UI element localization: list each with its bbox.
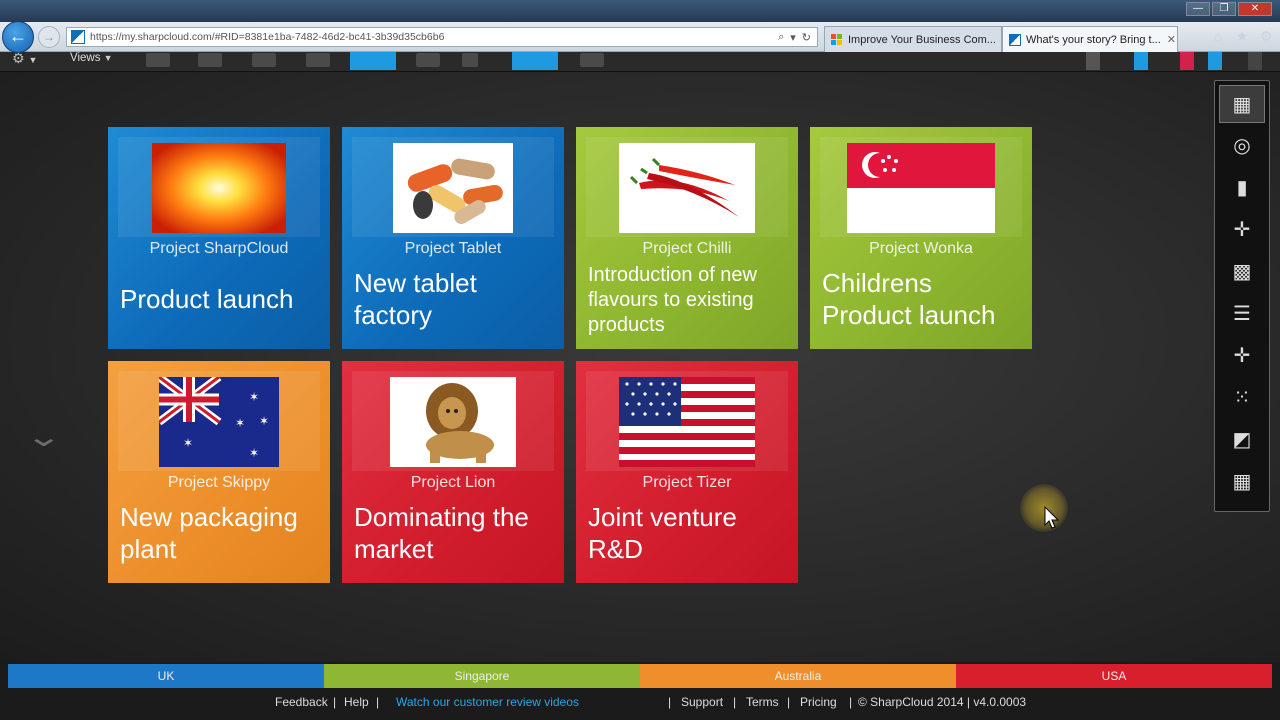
sharpcloud-favicon-icon bbox=[1009, 33, 1021, 46]
story-tile-lion[interactable]: Project Lion Dominating the market bbox=[342, 361, 564, 583]
search-icon[interactable]: ⌕ bbox=[778, 31, 784, 44]
refresh-icon[interactable]: ↻ bbox=[802, 31, 811, 44]
bar-chart-view-icon[interactable]: ▮ bbox=[1219, 169, 1265, 207]
story-tile-wonka[interactable]: Project Wonka Childrens Product launch bbox=[810, 127, 1032, 349]
region-singapore[interactable]: Singapore bbox=[324, 664, 640, 688]
network-icon[interactable] bbox=[306, 53, 330, 67]
quadrant-view-icon[interactable]: ✛ bbox=[1219, 337, 1265, 375]
user-icon[interactable] bbox=[1086, 52, 1100, 70]
tiles-mode-button[interactable] bbox=[350, 52, 396, 70]
export-icon[interactable] bbox=[580, 53, 604, 67]
tile-project-name: Project Chilli bbox=[642, 240, 732, 257]
favorites-star-icon[interactable]: ★ bbox=[1234, 28, 1250, 44]
app-toolbar: ⚙ ▼ Views ▼ bbox=[0, 51, 1280, 72]
window-controls: — ❐ ✕ bbox=[1186, 2, 1272, 16]
tiles-view-icon[interactable]: ▦ bbox=[1219, 463, 1265, 501]
pinterest-icon[interactable] bbox=[1208, 52, 1222, 70]
share-icon[interactable] bbox=[1134, 52, 1148, 70]
region-usa[interactable]: USA bbox=[956, 664, 1272, 688]
storyboard-icon[interactable] bbox=[146, 53, 170, 67]
filter-icon[interactable] bbox=[462, 53, 478, 67]
story-tile-sharpcloud[interactable]: Project SharpCloud Product launch bbox=[108, 127, 330, 349]
pricing-link[interactable]: Pricing bbox=[800, 692, 837, 712]
tile-project-name: Project Skippy bbox=[167, 474, 271, 491]
settings-gear-icon[interactable]: ⚙ ▼ bbox=[12, 51, 37, 70]
address-bar[interactable]: https://my.sharpcloud.com/#RID=8381e1ba-… bbox=[66, 27, 818, 47]
story-tile-tablet[interactable]: Project Tablet New tablet factory bbox=[342, 127, 564, 349]
close-window-button[interactable]: ✕ bbox=[1238, 2, 1272, 16]
tile-title: New tablet factory bbox=[354, 268, 477, 330]
svg-text:✶: ✶ bbox=[259, 414, 269, 428]
hierarchy-icon[interactable] bbox=[198, 53, 222, 67]
back-button[interactable]: ← bbox=[2, 21, 34, 53]
story-tile-skippy[interactable]: ✶ ✶ ✶ ✶ ✶ Project Skippy New packaging plant bbox=[108, 361, 330, 583]
story-tile-tizer[interactable]: Project Tizer Joint venture R&D bbox=[576, 361, 798, 583]
region-filter-bar: UK Singapore Australia USA bbox=[8, 664, 1272, 688]
sunburst-image bbox=[152, 143, 286, 233]
tile-title: Childrens Product launch bbox=[822, 268, 996, 330]
customer-videos-link[interactable]: Watch our customer review videos bbox=[396, 692, 579, 712]
maximize-button[interactable]: ❐ bbox=[1212, 2, 1236, 16]
settings-gear-icon[interactable]: ⚙ bbox=[1258, 28, 1274, 44]
svg-text:✶: ✶ bbox=[249, 446, 259, 460]
tile-project-name: Project Wonka bbox=[869, 240, 973, 257]
minimize-button[interactable]: — bbox=[1186, 2, 1210, 16]
tile-title: Dominating the market bbox=[354, 502, 529, 564]
site-favicon-icon bbox=[71, 30, 85, 44]
cube-view-icon[interactable]: ◩ bbox=[1219, 421, 1265, 459]
home-icon[interactable]: ⌂ bbox=[1210, 28, 1226, 44]
svg-text:✶: ✶ bbox=[235, 416, 245, 430]
circle-view-icon[interactable]: ◎ bbox=[1219, 127, 1265, 165]
relationships-icon[interactable] bbox=[252, 53, 276, 67]
views-menu[interactable]: Views ▼ bbox=[70, 52, 113, 70]
region-australia[interactable]: Australia bbox=[640, 664, 956, 688]
mouse-pointer-icon bbox=[1044, 506, 1060, 529]
chevron-down-icon[interactable]: ⌄ bbox=[25, 420, 63, 453]
crosshair-view-icon[interactable]: ✛ bbox=[1219, 211, 1265, 249]
terms-link[interactable]: Terms bbox=[746, 692, 779, 712]
tile-title: Introduction of new flavours to existing… bbox=[588, 264, 757, 336]
tab-close-icon[interactable]: ✕ bbox=[1167, 33, 1176, 46]
chilli-image bbox=[619, 143, 755, 233]
timeline-view-icon[interactable]: ☰ bbox=[1219, 295, 1265, 333]
tile-project-name: Project Tablet bbox=[404, 240, 502, 257]
svg-text:✶: ✶ bbox=[249, 390, 259, 404]
support-link[interactable]: Support bbox=[681, 692, 723, 712]
active-filter-button[interactable] bbox=[512, 52, 558, 70]
tile-title: Product launch bbox=[120, 284, 294, 314]
scatter-view-icon[interactable]: ⁙ bbox=[1219, 379, 1265, 417]
dropdown-caret-icon[interactable]: ▾ bbox=[790, 31, 796, 44]
tumblr-icon[interactable] bbox=[1180, 52, 1194, 70]
tile-title: Joint venture R&D bbox=[588, 502, 737, 564]
tile-title: New packaging plant bbox=[120, 502, 298, 564]
help-link[interactable]: Help bbox=[344, 692, 369, 712]
windows-logo-icon bbox=[831, 33, 842, 45]
footer-links: Feedback | Help | Watch our customer rev… bbox=[0, 692, 1280, 712]
collapse-toolbar-icon[interactable] bbox=[1248, 52, 1262, 70]
tile-project-name: Project Lion bbox=[410, 474, 496, 491]
story-tile-chilli[interactable]: Project Chilli Introduction of new flavo… bbox=[576, 127, 798, 349]
forward-button[interactable]: → bbox=[38, 26, 60, 48]
tile-project-name: Project SharpCloud bbox=[149, 240, 289, 257]
browser-tab-story[interactable]: What's your story? Bring t... ✕ bbox=[1002, 26, 1178, 52]
browser-tab-improve[interactable]: Improve Your Business Com... bbox=[824, 26, 1002, 52]
australia-flag-image: ✶✶✶ ✶✶ bbox=[159, 377, 279, 467]
layers-icon[interactable] bbox=[416, 53, 440, 67]
grid-view-icon[interactable]: ▦ bbox=[1219, 85, 1265, 123]
copyright-text: © SharpCloud 2014 | v4.0.0003 bbox=[858, 695, 1027, 709]
tab-title: Improve Your Business Com... bbox=[848, 33, 996, 46]
tab-title: What's your story? Bring t... bbox=[1026, 33, 1161, 46]
pills-image bbox=[393, 143, 513, 233]
lion-image bbox=[390, 377, 516, 467]
url-text[interactable]: https://my.sharpcloud.com/#RID=8381e1ba-… bbox=[90, 31, 778, 43]
usa-flag-image bbox=[619, 377, 755, 467]
view-toolbar: ▦ ◎ ▮ ✛ ▩ ☰ ✛ ⁙ ◩ ▦ bbox=[1214, 80, 1270, 512]
feedback-link[interactable]: Feedback bbox=[275, 692, 328, 712]
svg-text:✶: ✶ bbox=[183, 436, 193, 450]
browser-title-bar: — ❐ ✕ bbox=[0, 0, 1280, 22]
matrix-view-icon[interactable]: ▩ bbox=[1219, 253, 1265, 291]
tile-project-name: Project Tizer bbox=[642, 474, 732, 491]
singapore-flag-image bbox=[847, 143, 995, 233]
region-uk[interactable]: UK bbox=[8, 664, 324, 688]
